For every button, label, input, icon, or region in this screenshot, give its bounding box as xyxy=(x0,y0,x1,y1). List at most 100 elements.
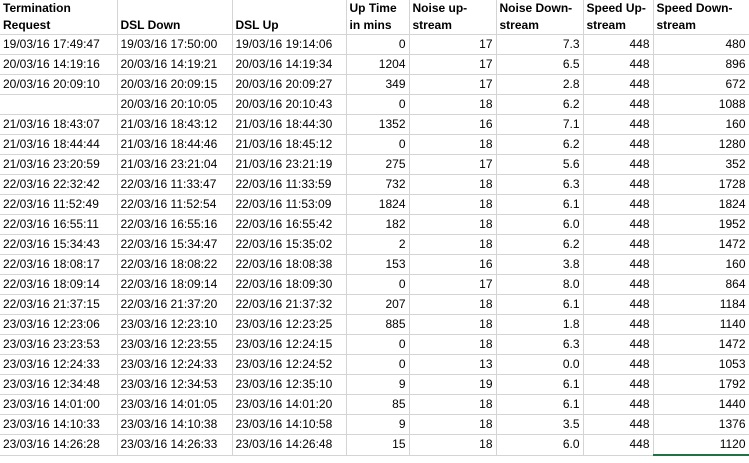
table-cell[interactable]: 6.0 xyxy=(496,434,584,456)
table-cell[interactable]: 22/03/16 15:34:43 xyxy=(0,234,118,255)
table-cell[interactable]: 448 xyxy=(583,134,654,155)
table-cell[interactable]: 6.2 xyxy=(496,234,584,255)
header-cell[interactable]: stream xyxy=(496,17,584,35)
table-cell[interactable]: 21/03/16 23:20:59 xyxy=(0,154,118,175)
table-cell[interactable]: 448 xyxy=(583,74,654,95)
table-cell[interactable]: 23/03/16 12:34:53 xyxy=(117,374,233,395)
table-cell[interactable]: 22/03/16 15:35:02 xyxy=(232,234,347,255)
table-cell[interactable]: 15 xyxy=(346,434,410,456)
header-cell[interactable]: Noise Down- xyxy=(496,0,584,17)
table-cell[interactable]: 448 xyxy=(583,374,654,395)
table-cell[interactable]: 1184 xyxy=(653,294,749,315)
table-cell[interactable]: 22/03/16 15:34:47 xyxy=(117,234,233,255)
table-cell[interactable]: 17 xyxy=(409,54,497,75)
table-cell[interactable]: 0 xyxy=(346,354,410,375)
table-cell[interactable]: 1053 xyxy=(653,354,749,375)
table-cell[interactable]: 18 xyxy=(409,194,497,215)
table-cell[interactable]: 23/03/16 12:34:48 xyxy=(0,374,118,395)
table-cell[interactable]: 13 xyxy=(409,354,497,375)
table-cell[interactable]: 23/03/16 12:24:15 xyxy=(232,334,347,355)
table-cell[interactable]: 6.1 xyxy=(496,294,584,315)
table-cell[interactable]: 18 xyxy=(409,214,497,235)
table-cell[interactable]: 9 xyxy=(346,414,410,435)
table-cell[interactable]: 1140 xyxy=(653,314,749,335)
table-cell[interactable]: 16 xyxy=(409,254,497,275)
table-cell[interactable]: 20/03/16 20:10:05 xyxy=(117,94,233,115)
table-cell[interactable]: 448 xyxy=(583,154,654,175)
table-cell[interactable]: 480 xyxy=(653,34,749,55)
table-cell[interactable]: 6.1 xyxy=(496,394,584,415)
table-cell[interactable]: 22/03/16 18:08:17 xyxy=(0,254,118,275)
table-cell[interactable]: 85 xyxy=(346,394,410,415)
table-cell[interactable]: 23/03/16 14:26:33 xyxy=(117,434,233,456)
table-cell[interactable]: 23/03/16 14:26:28 xyxy=(0,434,118,456)
header-cell[interactable]: Termination xyxy=(0,0,118,17)
table-cell[interactable]: 1472 xyxy=(653,234,749,255)
table-cell[interactable]: 1.8 xyxy=(496,314,584,335)
table-cell[interactable]: 1824 xyxy=(653,194,749,215)
table-cell[interactable]: 352 xyxy=(653,154,749,175)
header-cell[interactable]: Up Time xyxy=(346,0,410,17)
table-cell[interactable]: 23/03/16 14:01:20 xyxy=(232,394,347,415)
table-cell[interactable]: 21/03/16 18:43:07 xyxy=(0,114,118,135)
table-cell[interactable]: 23/03/16 23:23:53 xyxy=(0,334,118,355)
table-cell[interactable]: 21/03/16 18:44:30 xyxy=(232,114,347,135)
table-cell[interactable]: 448 xyxy=(583,414,654,435)
table-cell[interactable]: 20/03/16 20:09:15 xyxy=(117,74,233,95)
table-cell[interactable]: 448 xyxy=(583,174,654,195)
table-cell[interactable]: 1472 xyxy=(653,334,749,355)
table-cell[interactable]: 448 xyxy=(583,54,654,75)
table-cell[interactable]: 275 xyxy=(346,154,410,175)
table-cell[interactable]: 23/03/16 12:23:25 xyxy=(232,314,347,335)
table-cell[interactable]: 22/03/16 21:37:20 xyxy=(117,294,233,315)
table-cell[interactable]: 23/03/16 14:01:00 xyxy=(0,394,118,415)
table-cell[interactable]: 448 xyxy=(583,434,654,456)
table-cell[interactable]: 22/03/16 11:52:49 xyxy=(0,194,118,215)
table-cell[interactable]: 22/03/16 18:08:22 xyxy=(117,254,233,275)
table-cell[interactable]: 448 xyxy=(583,234,654,255)
table-cell[interactable]: 448 xyxy=(583,274,654,295)
table-cell[interactable]: 0 xyxy=(346,134,410,155)
table-cell[interactable]: 160 xyxy=(653,254,749,275)
table-cell[interactable]: 22/03/16 21:37:32 xyxy=(232,294,347,315)
table-cell[interactable]: 22/03/16 16:55:42 xyxy=(232,214,347,235)
table-cell[interactable]: 22/03/16 11:52:54 xyxy=(117,194,233,215)
table-cell[interactable]: 448 xyxy=(583,114,654,135)
table-cell[interactable]: 18 xyxy=(409,334,497,355)
table-cell[interactable]: 20/03/16 20:10:43 xyxy=(232,94,347,115)
table-cell[interactable]: 22/03/16 18:09:14 xyxy=(0,274,118,295)
table-cell[interactable]: 20/03/16 20:09:27 xyxy=(232,74,347,95)
table-cell[interactable]: 1792 xyxy=(653,374,749,395)
table-cell[interactable]: 22/03/16 18:08:38 xyxy=(232,254,347,275)
header-cell[interactable] xyxy=(117,0,233,17)
table-cell[interactable]: 1088 xyxy=(653,94,749,115)
table-cell[interactable]: 1280 xyxy=(653,134,749,155)
table-cell[interactable]: 18 xyxy=(409,394,497,415)
table-cell[interactable]: 1352 xyxy=(346,114,410,135)
table-cell[interactable]: 23/03/16 14:10:33 xyxy=(0,414,118,435)
table-cell[interactable]: 21/03/16 23:21:04 xyxy=(117,154,233,175)
table-cell[interactable]: 22/03/16 11:33:47 xyxy=(117,174,233,195)
table-cell[interactable]: 7.3 xyxy=(496,34,584,55)
table-cell[interactable]: 1376 xyxy=(653,414,749,435)
table-cell[interactable]: 1120 xyxy=(653,434,749,456)
table-cell[interactable]: 448 xyxy=(583,214,654,235)
header-cell[interactable] xyxy=(232,0,347,17)
table-cell[interactable]: 0 xyxy=(346,34,410,55)
table-cell[interactable]: 1440 xyxy=(653,394,749,415)
table-cell[interactable]: 1824 xyxy=(346,194,410,215)
table-cell[interactable]: 19/03/16 17:50:00 xyxy=(117,34,233,55)
table-cell[interactable]: 448 xyxy=(583,34,654,55)
table-cell[interactable]: 6.2 xyxy=(496,94,584,115)
table-cell[interactable]: 1952 xyxy=(653,214,749,235)
table-cell[interactable]: 18 xyxy=(409,174,497,195)
table-cell[interactable] xyxy=(0,94,118,115)
table-cell[interactable]: 1204 xyxy=(346,54,410,75)
table-cell[interactable]: 17 xyxy=(409,274,497,295)
table-cell[interactable]: 19/03/16 19:14:06 xyxy=(232,34,347,55)
table-cell[interactable]: 23/03/16 12:23:10 xyxy=(117,314,233,335)
table-cell[interactable]: 21/03/16 23:21:19 xyxy=(232,154,347,175)
table-cell[interactable]: 21/03/16 18:45:12 xyxy=(232,134,347,155)
table-cell[interactable]: 349 xyxy=(346,74,410,95)
table-cell[interactable]: 18 xyxy=(409,294,497,315)
